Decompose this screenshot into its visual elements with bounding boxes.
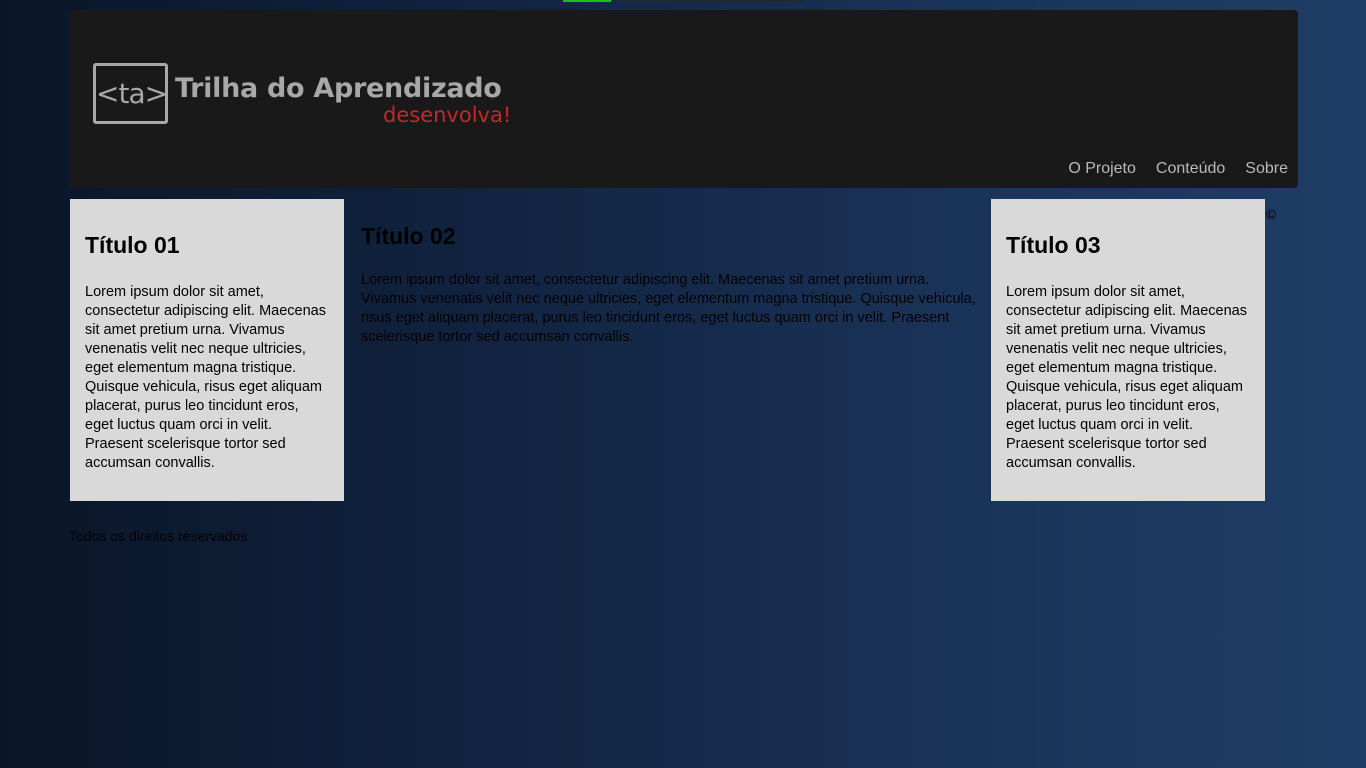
logo-title: Trilha do Aprendizado — [175, 73, 502, 104]
nav-link-projeto[interactable]: O Projeto — [1068, 160, 1136, 178]
nav-link-sobre[interactable]: Sobre — [1245, 160, 1288, 178]
logo-tagline: desenvolva! — [383, 103, 512, 127]
column-box-3: Título 03 Lorem ipsum dolor sit amet, co… — [991, 199, 1265, 501]
copyright-icon: © — [1266, 206, 1277, 222]
nav-link-conteudo[interactable]: Conteúdo — [1156, 160, 1225, 178]
column-title-2: Título 02 — [361, 223, 456, 249]
site-header: <ta> Trilha do Aprendizado desenvolva! O… — [69, 10, 1298, 188]
column-title-3: Título 03 — [1006, 232, 1101, 258]
column-title-1: Título 01 — [85, 232, 180, 258]
logo-mark: <ta> — [93, 63, 168, 124]
column-box-1: Título 01 Lorem ipsum dolor sit amet, co… — [70, 199, 344, 501]
column-text-2: Lorem ipsum dolor sit amet, consectetur … — [361, 272, 976, 345]
column-text-1: Lorem ipsum dolor sit amet, consectetur … — [85, 284, 326, 471]
site-logo[interactable]: <ta> Trilha do Aprendizado desenvolva! — [93, 63, 533, 127]
column-main-2: Título 02 Lorem ipsum dolor sit amet, co… — [361, 223, 976, 347]
footer-text: Todos os direitos reservados — [69, 528, 248, 544]
top-progress-fill — [563, 0, 611, 2]
main-nav: O Projeto Conteúdo Sobre — [1068, 160, 1288, 178]
column-text-3: Lorem ipsum dolor sit amet, consectetur … — [1006, 284, 1247, 471]
